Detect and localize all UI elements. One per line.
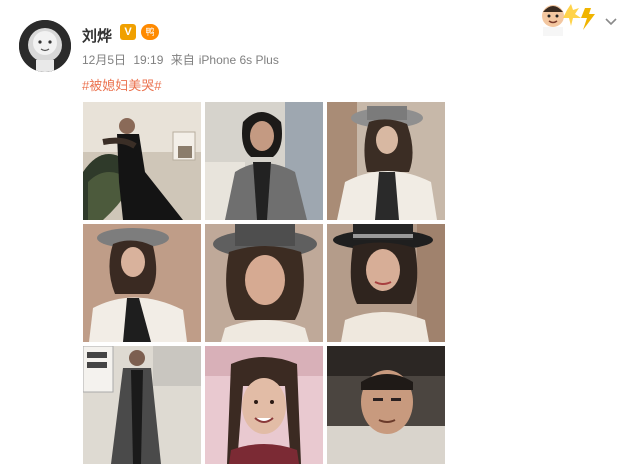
cartoon-sticker-icon: [535, 0, 610, 36]
hashtag-link[interactable]: #被媳妇美哭#: [82, 75, 161, 94]
photo-thumbnail[interactable]: [205, 102, 323, 220]
photo-thumbnail[interactable]: [205, 346, 323, 464]
photo-thumbnail[interactable]: [327, 224, 445, 342]
photo-grid: [83, 102, 445, 464]
photo-thumbnail[interactable]: [327, 102, 445, 220]
photo-thumbnail[interactable]: [83, 102, 201, 220]
username[interactable]: 刘烨: [82, 25, 112, 46]
level-badge-icon: 鸭: [141, 24, 159, 40]
photo-thumbnail[interactable]: [327, 346, 445, 464]
avatar-icon: [19, 20, 71, 72]
photo-thumbnail[interactable]: [83, 346, 201, 464]
photo-thumbnail[interactable]: [205, 224, 323, 342]
chevron-down-icon[interactable]: [604, 14, 618, 28]
photo-thumbnail[interactable]: [83, 224, 201, 342]
post-time[interactable]: 19:19: [133, 53, 163, 67]
post-source-prefix: 来自: [170, 53, 195, 67]
post-source-device[interactable]: iPhone 6s Plus: [199, 53, 279, 67]
post-meta: 12月5日 19:19 来自 iPhone 6s Plus: [82, 51, 283, 68]
verified-badge-icon: V: [120, 24, 136, 40]
avatar[interactable]: [19, 20, 71, 72]
post-date[interactable]: 12月5日: [82, 53, 126, 67]
